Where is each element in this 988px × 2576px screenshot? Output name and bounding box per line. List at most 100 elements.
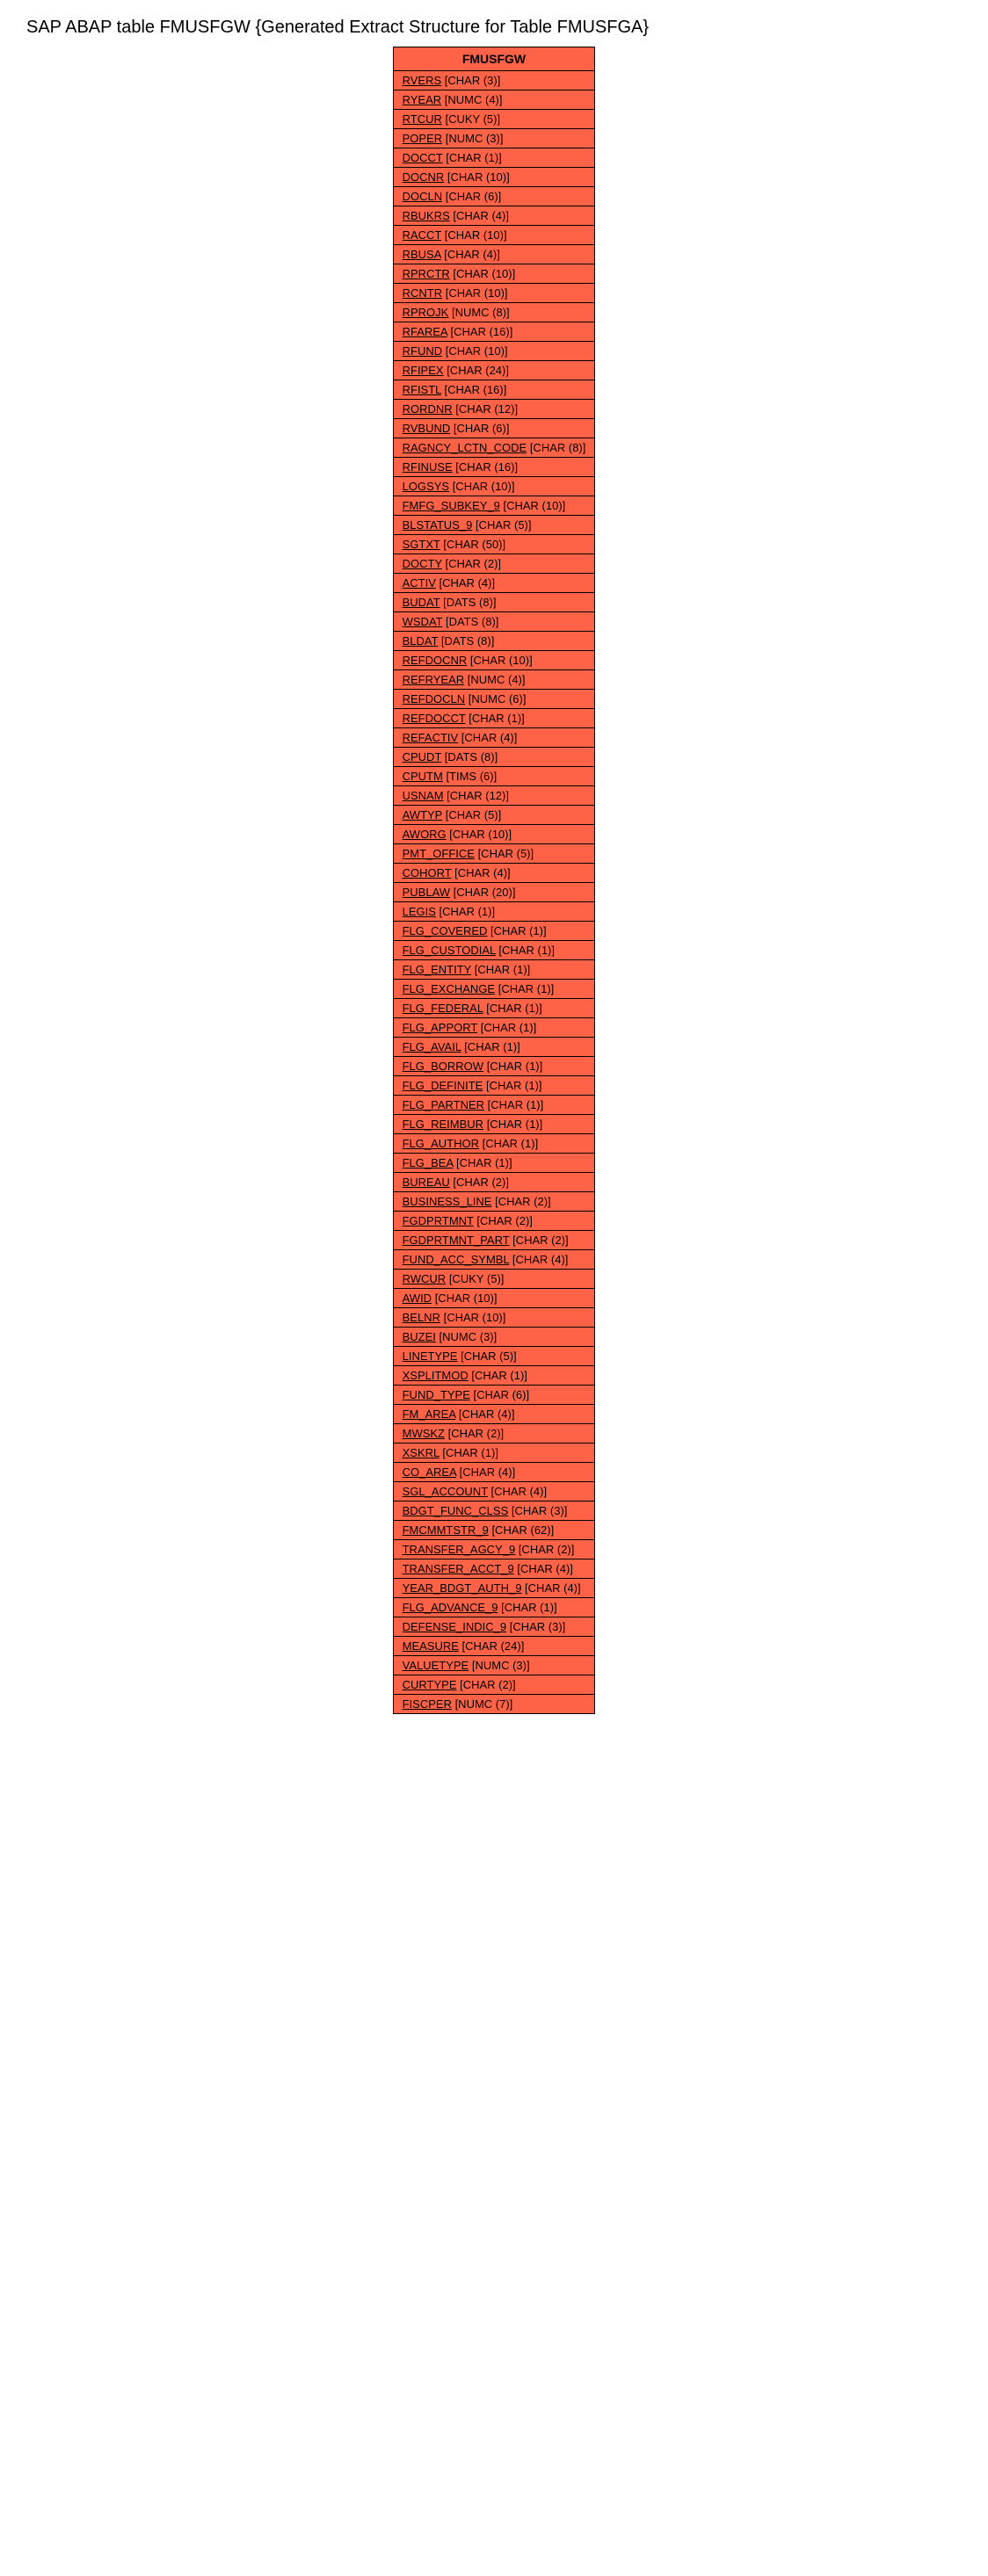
field-type: [NUMC (3)]	[469, 1659, 529, 1672]
table-row: XSPLITMOD [CHAR (1)]	[394, 1366, 595, 1386]
field-name: TRANSFER_AGCY_9	[403, 1543, 516, 1556]
table-row: REFDOCNR [CHAR (10)]	[394, 651, 595, 670]
field-type: [CHAR (1)]	[440, 1446, 498, 1459]
field-name: FM_AREA	[403, 1407, 456, 1421]
field-type: [CHAR (12)]	[453, 402, 518, 416]
field-name: RVBUND	[403, 422, 451, 435]
table-row: RVERS [CHAR (3)]	[394, 71, 595, 90]
field-name: FLG_COVERED	[403, 924, 488, 937]
field-type: [CHAR (1)]	[483, 1118, 542, 1131]
table-row: ACTIV [CHAR (4)]	[394, 574, 595, 593]
field-type: [CHAR (4)]	[458, 731, 517, 744]
table-row: DOCTY [CHAR (2)]	[394, 554, 595, 574]
table-row: FLG_FEDERAL [CHAR (1)]	[394, 999, 595, 1018]
field-type: [DATS (8)]	[438, 634, 494, 648]
field-name: RORDNR	[403, 402, 453, 416]
table-row: DOCNR [CHAR (10)]	[394, 168, 595, 187]
field-type: [CHAR (12)]	[444, 789, 509, 802]
field-type: [CHAR (1)]	[443, 151, 502, 164]
table-row: PMT_OFFICE [CHAR (5)]	[394, 844, 595, 864]
field-type: [CHAR (1)]	[477, 1021, 536, 1034]
table-row: RFAREA [CHAR (16)]	[394, 322, 595, 342]
field-name: RAGNCY_LCTN_CODE	[403, 441, 527, 454]
field-name: FMFG_SUBKEY_9	[403, 499, 500, 512]
field-name: TRANSFER_ACCT_9	[403, 1562, 514, 1575]
field-name: BELNR	[403, 1311, 440, 1324]
field-name: RYEAR	[403, 93, 442, 106]
field-type: [CHAR (4)]	[521, 1581, 580, 1595]
field-type: [NUMC (6)]	[465, 692, 526, 706]
table-wrapper: FMUSFGW RVERS [CHAR (3)]RYEAR [NUMC (4)]…	[393, 47, 596, 1714]
field-name: LEGIS	[403, 905, 436, 918]
field-name: FUND_ACC_SYMBL	[403, 1253, 510, 1266]
field-name: RBUSA	[403, 248, 441, 261]
field-type: [CHAR (4)]	[455, 1407, 514, 1421]
field-name: REFRYEAR	[403, 673, 465, 686]
table-row: BUREAU [CHAR (2)]	[394, 1173, 595, 1192]
field-type: [CHAR (1)]	[496, 944, 555, 957]
field-name: BDGT_FUNC_CLSS	[403, 1504, 509, 1517]
field-name: MEASURE	[403, 1639, 459, 1653]
field-name: RFISTL	[403, 383, 441, 396]
field-name: SGTXT	[403, 538, 440, 551]
table-body: RVERS [CHAR (3)]RYEAR [NUMC (4)]RTCUR [C…	[394, 71, 595, 1713]
field-name: FLG_DEFINITE	[403, 1079, 483, 1092]
table-header: FMUSFGW	[394, 47, 595, 71]
table-row: FLG_AVAIL [CHAR (1)]	[394, 1038, 595, 1057]
field-type: [CHAR (2)]	[445, 1427, 504, 1440]
table-row: MEASURE [CHAR (24)]	[394, 1637, 595, 1656]
field-type: [CHAR (6)]	[450, 422, 509, 435]
field-name: DOCTY	[403, 557, 442, 570]
field-type: [CHAR (4)]	[450, 209, 509, 222]
field-name: CPUTM	[403, 770, 443, 783]
table-row: BUSINESS_LINE [CHAR (2)]	[394, 1192, 595, 1212]
field-type: [CHAR (4)]	[441, 248, 500, 261]
field-name: FUND_TYPE	[403, 1388, 470, 1401]
table-row: CPUDT [DATS (8)]	[394, 748, 595, 767]
table-row: VALUETYPE [NUMC (3)]	[394, 1656, 595, 1675]
page-title: SAP ABAP table FMUSFGW {Generated Extrac…	[26, 18, 970, 38]
table-row: FLG_PARTNER [CHAR (1)]	[394, 1096, 595, 1115]
table-row: AWID [CHAR (10)]	[394, 1289, 595, 1308]
table-row: CURTYPE [CHAR (2)]	[394, 1675, 595, 1695]
field-name: REFDOCNR	[403, 654, 468, 667]
field-type: [CHAR (10)]	[467, 654, 532, 667]
field-type: [CHAR (4)]	[509, 1253, 568, 1266]
field-type: [CHAR (1)]	[483, 1060, 542, 1073]
field-type: [CHAR (10)]	[450, 267, 515, 280]
field-name: DOCNR	[403, 170, 445, 184]
field-name: SGL_ACCOUNT	[403, 1485, 488, 1498]
field-type: [CHAR (1)]	[484, 1098, 543, 1111]
field-type: [CHAR (6)]	[470, 1388, 529, 1401]
table-row: LINETYPE [CHAR (5)]	[394, 1347, 595, 1366]
table-row: RPRCTR [CHAR (10)]	[394, 264, 595, 284]
table-row: RYEAR [NUMC (4)]	[394, 90, 595, 110]
table-row: BLDAT [DATS (8)]	[394, 632, 595, 651]
field-name: RFIPEX	[403, 364, 444, 377]
field-name: AWID	[403, 1292, 432, 1305]
field-name: YEAR_BDGT_AUTH_9	[403, 1581, 522, 1595]
field-type: [NUMC (3)]	[436, 1330, 497, 1343]
field-name: RPROJK	[403, 306, 449, 319]
table-row: REFACTIV [CHAR (4)]	[394, 728, 595, 748]
field-type: [DATS (8)]	[440, 596, 496, 609]
table-row: REFDOCCT [CHAR (1)]	[394, 709, 595, 728]
field-type: [CHAR (1)]	[453, 1156, 512, 1169]
field-type: [CHAR (2)]	[509, 1234, 568, 1247]
field-type: [CHAR (24)]	[444, 364, 509, 377]
field-type: [CHAR (16)]	[441, 383, 506, 396]
table-row: RFISTL [CHAR (16)]	[394, 380, 595, 400]
field-name: FLG_ENTITY	[403, 963, 472, 976]
field-name: CPUDT	[403, 750, 442, 763]
table-row: TRANSFER_ACCT_9 [CHAR (4)]	[394, 1559, 595, 1579]
field-type: [CHAR (10)]	[441, 228, 506, 242]
field-type: [NUMC (7)]	[452, 1697, 512, 1711]
field-name: WSDAT	[403, 615, 443, 628]
field-type: [CHAR (1)]	[487, 924, 546, 937]
table-row: BELNR [CHAR (10)]	[394, 1308, 595, 1328]
table-row: FMFG_SUBKEY_9 [CHAR (10)]	[394, 496, 595, 516]
table-row: POPER [NUMC (3)]	[394, 129, 595, 148]
field-type: [CHAR (24)]	[459, 1639, 524, 1653]
field-type: [CHAR (2)]	[515, 1543, 574, 1556]
field-name: BUZEI	[403, 1330, 436, 1343]
